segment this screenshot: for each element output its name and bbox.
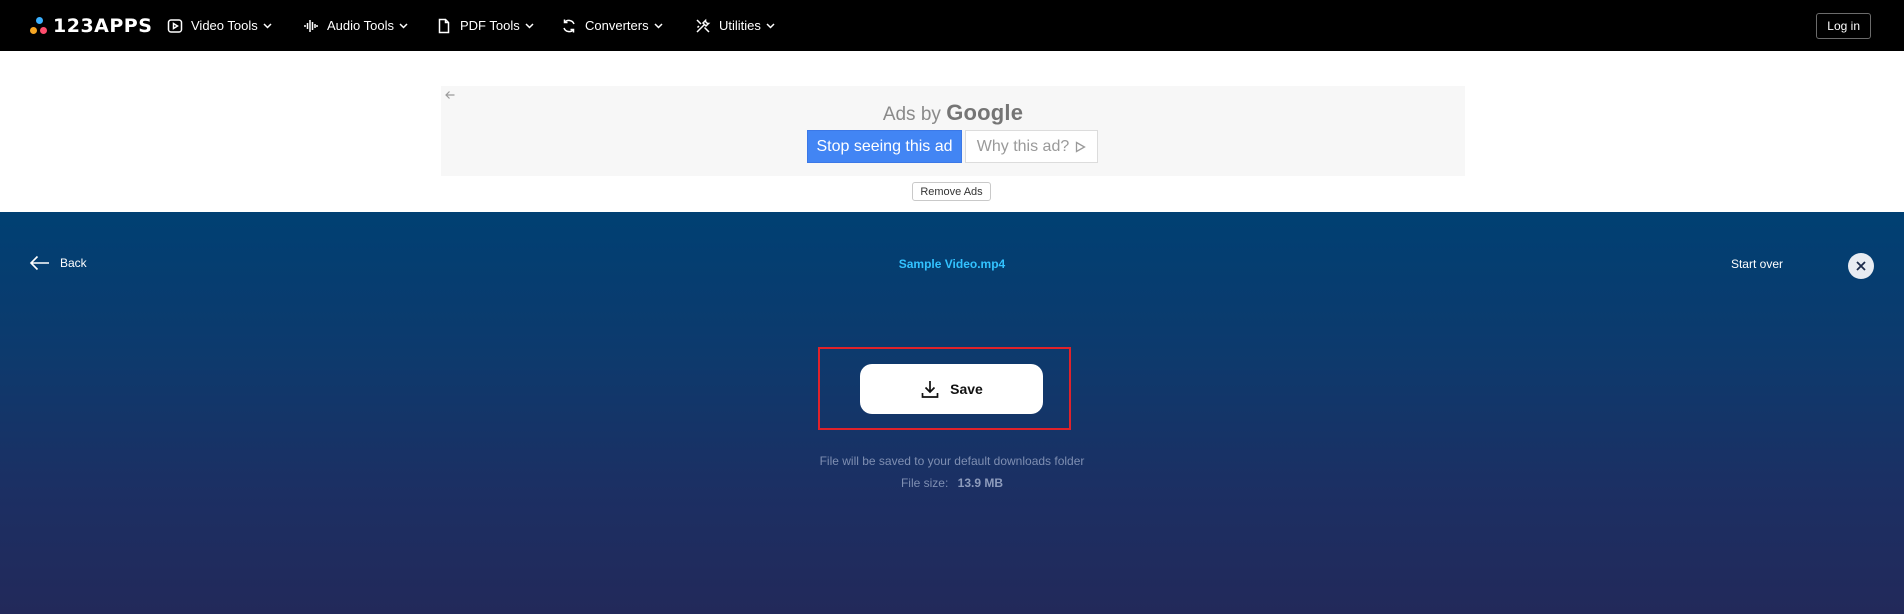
file-size-value: 13.9 MB [957, 476, 1004, 490]
google-wordmark: Google [946, 100, 1024, 125]
chevron-down-icon [263, 22, 272, 29]
ads-by-label: Ads by [882, 104, 941, 125]
document-icon [438, 18, 450, 33]
nav-label: PDF Tools [460, 18, 520, 33]
close-button[interactable] [1848, 253, 1874, 279]
ad-back-arrow-icon[interactable] [444, 89, 456, 101]
play-icon [167, 18, 183, 33]
chevron-down-icon [525, 22, 534, 29]
logo-dots-icon [29, 16, 49, 36]
tools-icon [696, 18, 711, 33]
nav-label: Audio Tools [327, 18, 394, 33]
save-location-note: File will be saved to your default downl… [819, 454, 1085, 468]
start-over-button[interactable]: Start over [1731, 257, 1783, 271]
why-this-ad-button[interactable]: Why this ad? [965, 130, 1098, 163]
nav-label: Converters [585, 18, 649, 33]
save-label: Save [950, 381, 983, 397]
close-icon [1856, 261, 1866, 271]
ads-by-google: Ads by Google [441, 100, 1465, 126]
main-panel: Back Sample Video.mp4 Start over Save Fi… [0, 212, 1904, 614]
remove-ads-button[interactable]: Remove Ads [912, 182, 991, 201]
download-icon [921, 381, 939, 398]
nav-pdf-tools[interactable]: PDF Tools [436, 0, 534, 51]
top-navbar: 123APPS Video Tools Audio Tools PDF Tool… [0, 0, 1904, 51]
waveform-icon [304, 19, 318, 32]
nav-video-tools[interactable]: Video Tools [167, 0, 272, 51]
nav-label: Utilities [719, 18, 761, 33]
save-button[interactable]: Save [860, 364, 1043, 414]
why-this-ad-label: Why this ad? [976, 137, 1070, 155]
nav-converters[interactable]: Converters [561, 0, 663, 51]
ad-container: Ads by Google Stop seeing this ad Why th… [441, 86, 1465, 176]
chevron-down-icon [399, 22, 408, 29]
logo-text: 123APPS [53, 15, 153, 37]
chevron-down-icon [766, 22, 775, 29]
stop-seeing-ad-button[interactable]: Stop seeing this ad [807, 130, 962, 163]
file-name: Sample Video.mp4 [898, 257, 1006, 271]
nav-audio-tools[interactable]: Audio Tools [303, 0, 408, 51]
logo[interactable]: 123APPS [29, 15, 152, 37]
play-outline-icon [1076, 140, 1087, 153]
file-size-info: File size: 13.9 MB [0, 476, 1904, 490]
nav-label: Video Tools [191, 18, 258, 33]
file-size-label: File size: [900, 476, 949, 490]
chevron-down-icon [654, 22, 663, 29]
nav-utilities[interactable]: Utilities [695, 0, 775, 51]
refresh-icon [563, 19, 575, 32]
login-button[interactable]: Log in [1816, 13, 1871, 39]
